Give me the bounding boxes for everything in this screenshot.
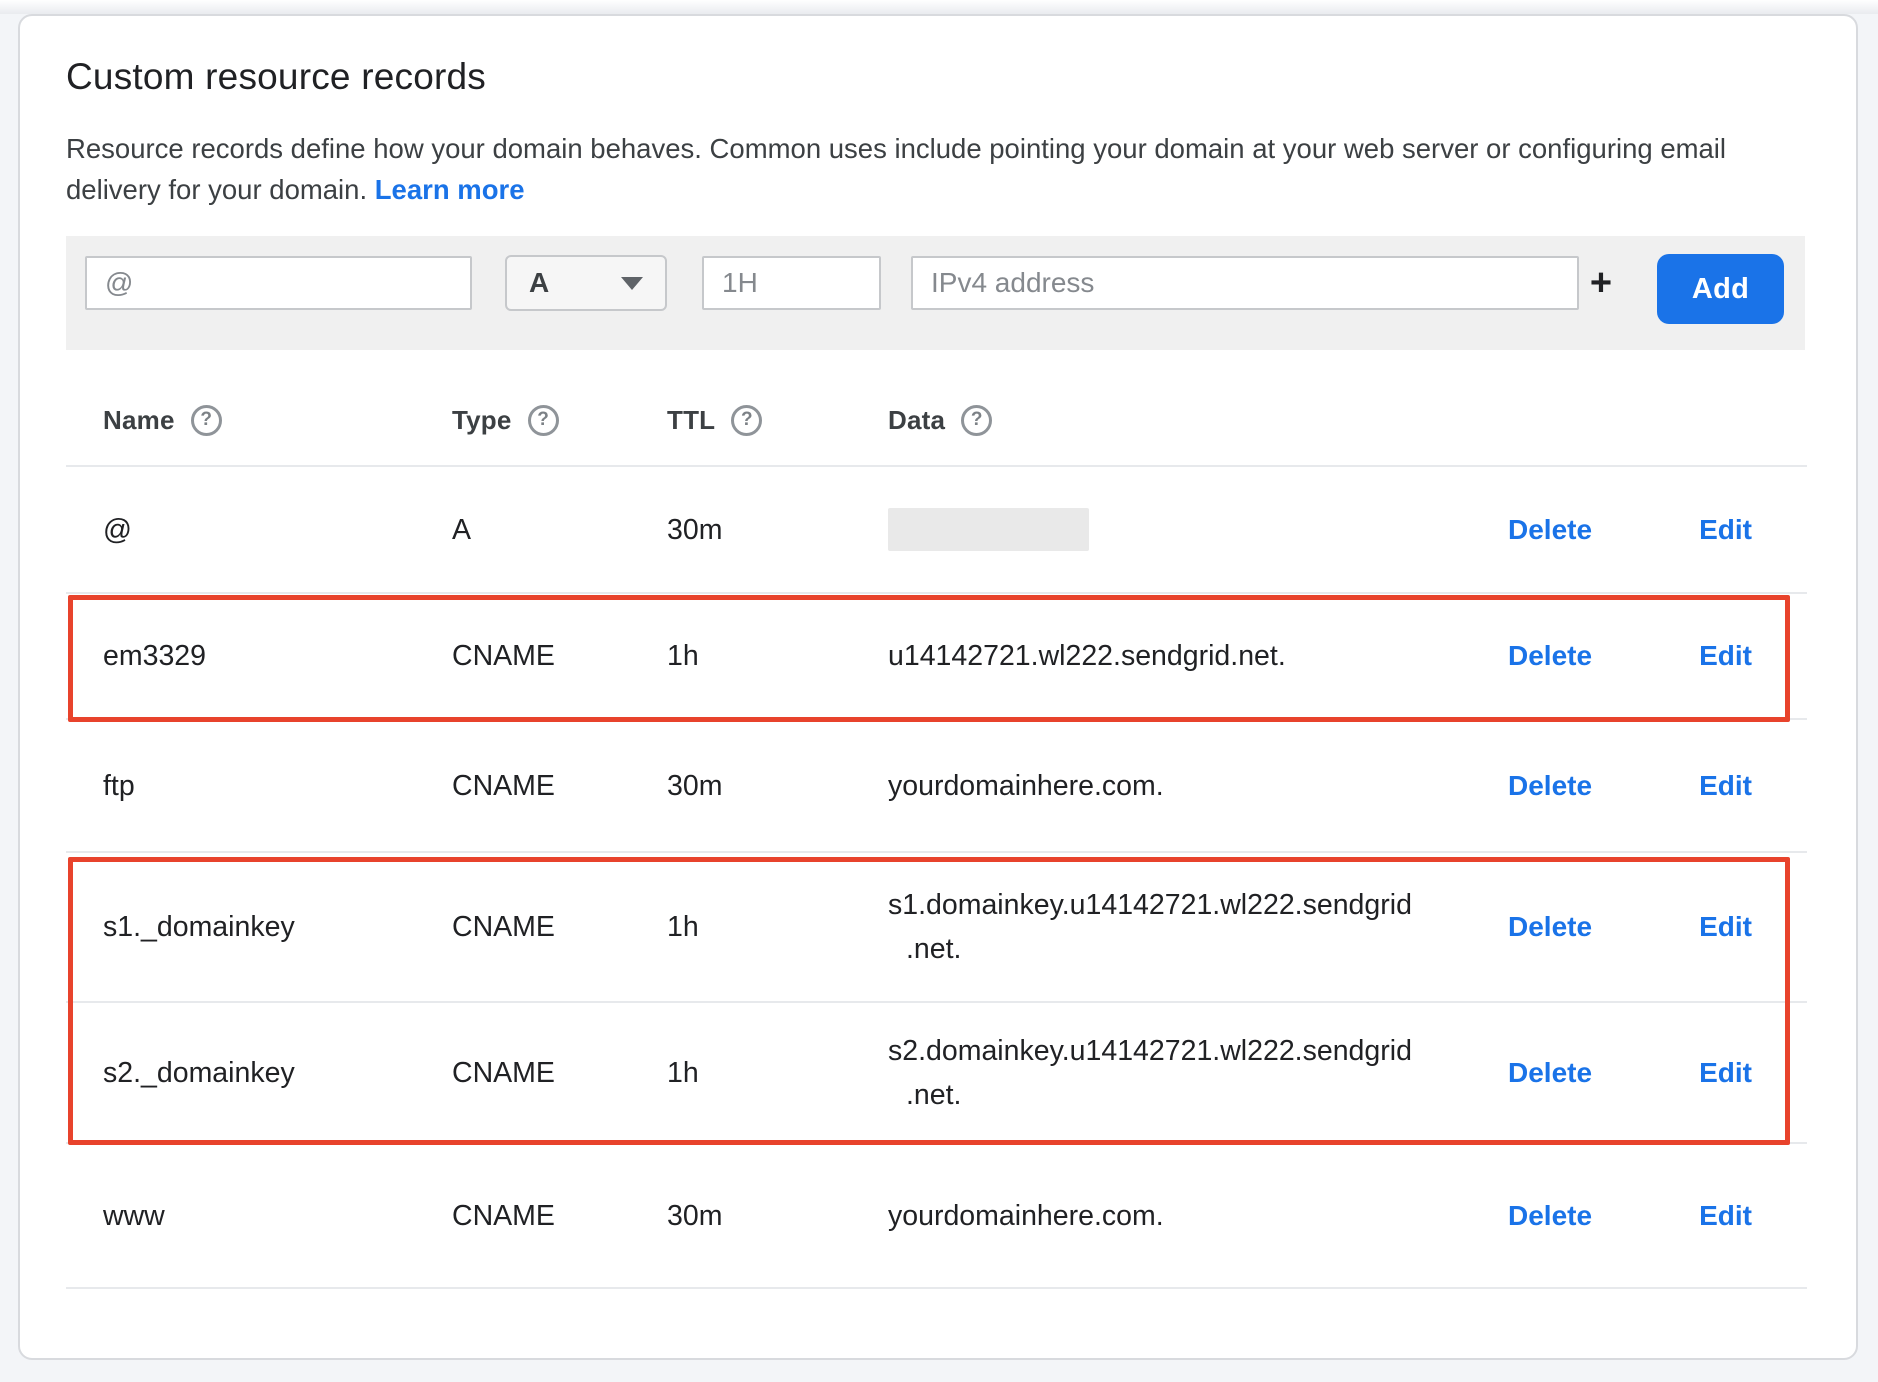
record-data-line: .net. [888,1073,1488,1117]
delete-link[interactable]: Delete [1508,514,1592,546]
record-ttl-input[interactable] [702,256,881,310]
edit-link[interactable]: Edit [1699,1200,1752,1232]
record-type-cell: CNAME [452,1194,667,1238]
delete-link[interactable]: Delete [1508,911,1592,943]
add-record-bar: A + Add [66,236,1805,350]
table-row-em3329: em3329 CNAME 1h u14142721.wl222.sendgrid… [66,594,1807,720]
ttl-help-icon[interactable]: ? [731,405,762,436]
delete-link[interactable]: Delete [1508,640,1592,672]
description-text: Resource records define how your domain … [66,128,1807,210]
record-ttl-cell: 1h [667,905,888,949]
custom-resource-records-card: Custom resource records Resource records… [18,14,1858,1360]
record-type-cell: CNAME [452,764,667,808]
table-header: Name ? Type ? TTL ? Data ? [66,350,1807,467]
edit-link[interactable]: Edit [1699,1057,1752,1089]
column-header-name: Name ? [103,405,452,436]
record-data-line: yourdomainhere.com. [888,1200,1164,1232]
record-data-cell: s1.domainkey.u14142721.wl222.sendgrid .n… [888,883,1488,971]
record-data-cell: s2.domainkey.u14142721.wl222.sendgrid .n… [888,1029,1488,1117]
record-data-cell: u14142721.wl222.sendgrid.net. [888,634,1488,678]
row-actions: Delete Edit [1488,770,1807,802]
selected-type-value: A [529,267,549,299]
learn-more-link[interactable]: Learn more [375,174,525,205]
type-column-label: Type [452,405,512,436]
record-type-cell: CNAME [452,634,667,678]
record-ttl-cell: 1h [667,1051,888,1095]
record-data-cell: yourdomainhere.com. [888,1194,1488,1238]
record-ttl-cell: 30m [667,1194,888,1238]
table-row-s1-domainkey: s1._domainkey CNAME 1h s1.domainkey.u141… [66,853,1807,1003]
record-name-input[interactable] [85,256,472,310]
table-row-ftp: ftp CNAME 30m yourdomainhere.com. Delete… [66,720,1807,853]
record-type-cell: A [452,508,667,552]
delete-link[interactable]: Delete [1508,770,1592,802]
page-title: Custom resource records [66,56,1807,98]
record-type-cell: CNAME [452,905,667,949]
edit-link[interactable]: Edit [1699,514,1752,546]
record-ttl-cell: 30m [667,764,888,808]
row-actions: Delete Edit [1488,1200,1807,1232]
type-help-icon[interactable]: ? [528,405,559,436]
name-column-label: Name [103,405,175,436]
record-name-cell: ftp [103,764,452,808]
name-help-icon[interactable]: ? [191,405,222,436]
record-data-line: s1.domainkey.u14142721.wl222.sendgrid [888,889,1412,921]
page-background-fade [0,0,1878,14]
plus-icon[interactable]: + [1583,256,1619,310]
record-name-cell: em3329 [103,634,452,678]
record-name-cell: s1._domainkey [103,905,452,949]
record-name-cell: www [103,1194,452,1238]
record-ttl-cell: 1h [667,634,888,678]
column-header-ttl: TTL ? [667,405,888,436]
table-row-at: @ A 30m Delete Edit [66,467,1807,594]
row-actions: Delete Edit [1488,640,1807,672]
record-type-cell: CNAME [452,1051,667,1095]
chevron-down-icon [621,277,643,290]
record-name-cell: @ [103,508,452,552]
description-body: Resource records define how your domain … [66,133,1726,205]
delete-link[interactable]: Delete [1508,1057,1592,1089]
data-column-label: Data [888,405,945,436]
column-header-data: Data ? [888,405,1488,436]
row-actions: Delete Edit [1488,1057,1807,1089]
record-data-cell [888,508,1488,551]
record-type-select[interactable]: A [505,255,667,311]
edit-link[interactable]: Edit [1699,640,1752,672]
table-row-www: www CNAME 30m yourdomainhere.com. Delete… [66,1144,1807,1289]
redacted-data-box [888,508,1089,551]
data-help-icon[interactable]: ? [961,405,992,436]
edit-link[interactable]: Edit [1699,911,1752,943]
add-button[interactable]: Add [1657,254,1784,324]
records-table: @ A 30m Delete Edit em3329 CNAME 1h u141… [66,467,1807,1289]
column-header-type: Type ? [452,405,667,436]
record-data-line: .net. [888,927,1488,971]
row-actions: Delete Edit [1488,911,1807,943]
record-data-line: yourdomainhere.com. [888,770,1164,802]
table-row-s2-domainkey: s2._domainkey CNAME 1h s2.domainkey.u141… [66,1003,1807,1144]
delete-link[interactable]: Delete [1508,1200,1592,1232]
ttl-column-label: TTL [667,405,715,436]
record-name-cell: s2._domainkey [103,1051,452,1095]
record-data-cell: yourdomainhere.com. [888,764,1488,808]
record-data-input[interactable] [911,256,1579,310]
record-data-line: u14142721.wl222.sendgrid.net. [888,640,1286,672]
record-ttl-cell: 30m [667,508,888,552]
edit-link[interactable]: Edit [1699,770,1752,802]
row-actions: Delete Edit [1488,514,1807,546]
record-data-line: s2.domainkey.u14142721.wl222.sendgrid [888,1035,1412,1067]
